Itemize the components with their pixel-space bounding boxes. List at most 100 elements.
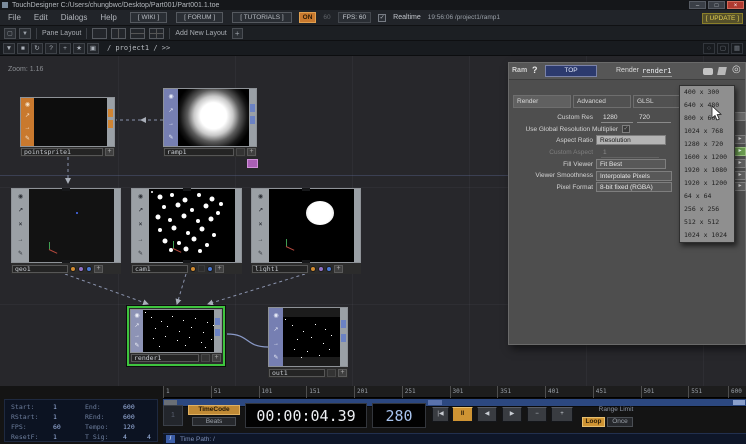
node-name[interactable]: ramp1 <box>164 148 234 156</box>
node-connectors[interactable] <box>249 89 256 146</box>
resolution-menu-item[interactable]: 1280 x 720 <box>680 138 734 151</box>
output-connector[interactable] <box>341 334 346 342</box>
node-out1[interactable]: ◉↗→✎ out1 + <box>268 307 348 378</box>
jump-to-start-button[interactable]: |◀ <box>432 407 449 422</box>
resolution-menu-item[interactable]: 1024 x 1024 <box>680 229 734 242</box>
time-path-bar[interactable]: / Time Path: / <box>163 433 746 444</box>
node-flag-icon[interactable]: → <box>273 341 279 347</box>
node-flag-icon[interactable]: ✎ <box>258 251 263 257</box>
link-button[interactable]: [ WIKI ] <box>130 12 167 23</box>
play-reverse-button[interactable]: ◀ <box>477 407 497 422</box>
pickable-flag-dot[interactable] <box>318 266 324 272</box>
render-flag-dot[interactable] <box>310 266 316 272</box>
custom-aspect-field[interactable]: 1 <box>601 149 659 158</box>
link-button[interactable]: [ FORUM ] <box>176 12 223 23</box>
flag-slot[interactable] <box>198 265 205 272</box>
node-flag-icon[interactable]: ✎ <box>138 251 143 257</box>
resolution-menu-item[interactable]: 1600 x 1200 <box>680 151 734 164</box>
fps-setting[interactable]: FPS: 60 <box>338 12 371 23</box>
input-connector[interactable] <box>183 188 191 191</box>
node-flag-icon[interactable]: ↗ <box>134 323 139 329</box>
node-ramp1[interactable]: ◉↗→✎ ramp1 + <box>163 88 257 157</box>
node-viewer[interactable] <box>29 189 114 262</box>
step-back-button[interactable]: − <box>527 407 547 422</box>
menu-item[interactable]: File <box>8 13 21 22</box>
menu-item[interactable]: Help <box>100 13 116 22</box>
node-flag-icon[interactable]: ↗ <box>25 113 30 119</box>
node-flag-icon[interactable]: ↗ <box>258 208 263 214</box>
node-connectors[interactable] <box>354 189 360 262</box>
node-expand-button[interactable]: + <box>94 265 103 273</box>
param-menu-arrow-icon[interactable]: ▸ <box>734 182 746 191</box>
node-flag-icon[interactable]: ◉ <box>18 194 23 200</box>
node-expand-button[interactable]: + <box>334 265 343 273</box>
node-flag-icon[interactable]: ✎ <box>273 355 278 361</box>
node-connectors[interactable] <box>214 310 221 352</box>
node-viewer[interactable] <box>269 189 354 262</box>
display-flag-dot[interactable] <box>86 266 92 272</box>
output-connector[interactable] <box>250 116 255 124</box>
navbar-icon[interactable]: ★ <box>73 43 85 54</box>
parameter-dialog-header[interactable]: Ram ? TOP Render render1 ◎ <box>509 63 745 80</box>
node-pointsprite1[interactable]: ◉↗→✎ pointsprite1 + <box>20 97 115 157</box>
node-viewer[interactable] <box>149 189 235 262</box>
node-connectors[interactable] <box>114 189 120 262</box>
add-layout-button[interactable]: + <box>232 28 243 39</box>
node-flag-icon[interactable]: ◉ <box>273 313 278 319</box>
node-flag-icon[interactable]: ◉ <box>168 94 173 100</box>
node-cam1[interactable]: ◉↗×→✎ cam1 + <box>131 188 242 274</box>
output-connector[interactable] <box>302 260 310 263</box>
param-tab[interactable]: Render <box>513 95 571 108</box>
pane-layout-preset-quad[interactable] <box>149 28 164 39</box>
node-flag-icon[interactable]: ✎ <box>134 343 139 349</box>
resetf-value[interactable]: 1 <box>53 433 57 441</box>
node-flag-icon[interactable]: → <box>18 237 24 243</box>
resolution-menu-item[interactable]: 1920 x 1200 <box>680 177 734 190</box>
node-expand-button[interactable]: + <box>247 148 256 156</box>
resolution-preset-button[interactable] <box>734 112 746 121</box>
pane-toolbar-icon[interactable]: ▼ <box>19 28 31 39</box>
pane-toolbar-icon[interactable]: ▢ <box>4 28 16 39</box>
pixel-format-menu[interactable]: 8-bit fixed (RGBA) <box>596 182 672 192</box>
rstart-value[interactable]: 1 <box>53 413 57 421</box>
node-name[interactable]: light1 <box>252 265 308 273</box>
param-menu-arrow-icon[interactable]: ▸ <box>734 159 746 168</box>
close-button[interactable]: × <box>727 1 744 9</box>
node-flag-icon[interactable]: → <box>168 121 174 127</box>
output-connector[interactable] <box>341 320 346 328</box>
input-connector[interactable] <box>302 188 310 191</box>
custom-res-height-field[interactable]: 720 <box>637 114 671 123</box>
node-viewer[interactable] <box>178 89 249 146</box>
resolution-menu-item[interactable]: 512 x 512 <box>680 216 734 229</box>
network-path-breadcrumb[interactable]: / project1 / >> <box>107 44 170 52</box>
node-flag-icon[interactable]: ◉ <box>134 313 139 319</box>
menu-item[interactable]: Edit <box>34 13 48 22</box>
node-flag-icon[interactable]: × <box>19 222 23 228</box>
navbar-icon[interactable]: ■ <box>17 43 29 54</box>
tempo-value[interactable]: 120 <box>123 423 135 431</box>
node-flag-button[interactable] <box>236 148 245 156</box>
timecode-mode-button[interactable]: TimeCode <box>188 405 240 415</box>
navbar-icon[interactable]: ? <box>45 43 57 54</box>
output-connector[interactable] <box>183 260 191 263</box>
node-flag-icon[interactable]: ↗ <box>18 208 23 214</box>
playhead-handle[interactable] <box>428 400 442 405</box>
node-light1[interactable]: ◉↗×→✎ light1 + <box>251 188 361 274</box>
node-viewer[interactable] <box>143 310 214 352</box>
render-flag-dot[interactable] <box>70 266 76 272</box>
node-name[interactable]: cam1 <box>132 265 188 273</box>
custom-res-width-field[interactable]: 1280 <box>601 114 633 123</box>
node-flag-icon[interactable]: ◉ <box>25 102 30 108</box>
rend-value[interactable]: 600 <box>123 413 135 421</box>
node-viewer[interactable] <box>283 308 340 366</box>
once-button[interactable]: Once <box>607 417 633 427</box>
resolution-menu-item[interactable]: 256 x 256 <box>680 203 734 216</box>
param-menu-arrow-icon[interactable]: ▸ <box>734 135 746 144</box>
output-connector[interactable] <box>108 120 113 128</box>
beats-mode-button[interactable]: Beats <box>192 417 236 426</box>
resolution-menu-item[interactable]: 1920 x 1080 <box>680 164 734 177</box>
resolution-menu-item[interactable]: 64 x 64 <box>680 190 734 203</box>
help-icon[interactable]: ? <box>532 65 538 75</box>
node-flag-button[interactable] <box>201 354 210 362</box>
node-flag-icon[interactable]: ✎ <box>25 136 30 142</box>
